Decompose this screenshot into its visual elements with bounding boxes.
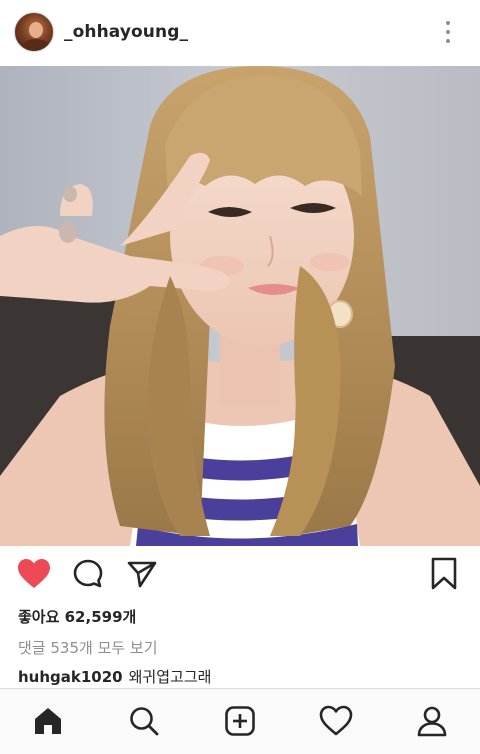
home-icon[interactable] — [30, 703, 66, 739]
bottom-tab-bar — [0, 688, 480, 754]
likes-count[interactable]: 좋아요 62,599개 — [18, 606, 136, 627]
post-photo[interactable] — [0, 66, 480, 546]
comment-row: huhgak1020 왜귀엽고그래 — [18, 666, 211, 687]
post-actions — [0, 556, 480, 596]
plus-square-icon[interactable] — [222, 703, 258, 739]
heart-filled-icon[interactable] — [16, 556, 52, 592]
more-vertical-icon[interactable] — [438, 18, 458, 46]
comment-text: 왜귀엽고그래 — [128, 668, 212, 686]
comment-username[interactable]: huhgak1020 — [18, 668, 123, 686]
heart-outline-icon[interactable] — [318, 703, 354, 739]
post-username[interactable]: _ohhayoung_ — [64, 22, 188, 42]
bookmark-icon[interactable] — [426, 556, 462, 592]
view-all-comments-link[interactable]: 댓글 535개 모두 보기 — [18, 637, 158, 658]
person-icon[interactable] — [414, 703, 450, 739]
avatar[interactable] — [14, 12, 54, 52]
search-icon[interactable] — [126, 703, 162, 739]
paper-plane-icon[interactable] — [124, 556, 160, 592]
comment-bubble-icon[interactable] — [70, 556, 106, 592]
post-header: _ohhayoung_ — [0, 0, 480, 64]
